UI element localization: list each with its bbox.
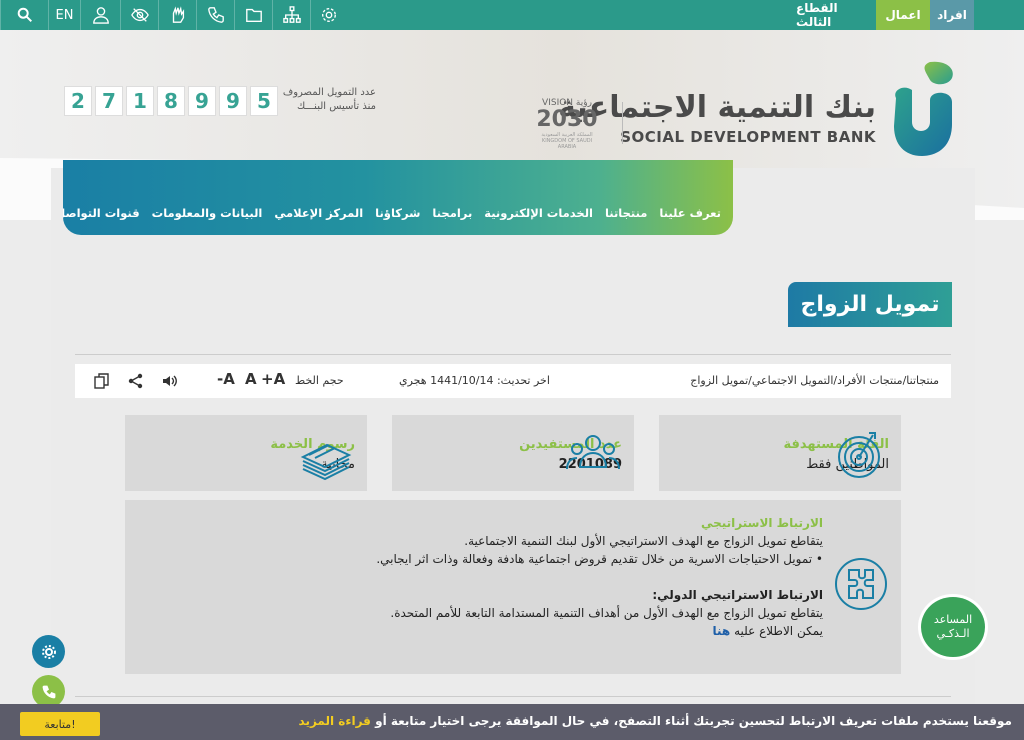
folder-icon[interactable] — [234, 0, 272, 30]
counter-digit: 5 — [250, 86, 278, 116]
share-icon[interactable] — [127, 372, 145, 390]
card-beneficiaries: عدد المستفيدين 2201089 — [392, 415, 634, 491]
counter-digit: 9 — [188, 86, 216, 116]
nav-item-partners[interactable]: شركاؤنا — [369, 206, 426, 220]
settings-fab[interactable] — [32, 635, 65, 668]
strategy-heading: الارتباط الاستراتيجي — [700, 516, 823, 530]
nav-item-data[interactable]: البيانات والمعلومات — [146, 206, 269, 220]
cookie-text: موقعنا يستخدم ملفات تعريف الارتباط لتحسي… — [299, 714, 1012, 728]
main-nav: تعرف علينا منتجاتنا الخدمات الإلكترونية … — [63, 160, 733, 235]
funding-counter-label: عدد التمويل المصروف منذ تأسيس البنـــك — [270, 86, 376, 114]
copy-icon[interactable] — [93, 372, 111, 390]
font-size-label: حجم الخط — [295, 374, 344, 387]
bank-logo-mark — [894, 61, 953, 156]
strategy-line: يتقاطع تمويل الزواج مع الهدف الأول من أه… — [390, 606, 823, 620]
settings-icon[interactable] — [310, 0, 346, 30]
eye-slash-icon[interactable] — [120, 0, 158, 30]
tab-individuals[interactable]: افراد — [930, 0, 974, 30]
assistant-label-2: الـذكـي — [936, 627, 970, 640]
target-icon — [838, 432, 880, 478]
speaker-icon[interactable] — [161, 372, 179, 390]
cookie-message: موقعنا يستخدم ملفات تعريف الارتباط لتحسي… — [375, 714, 1012, 728]
counter-digit: 2 — [64, 86, 92, 116]
funding-counter: 2 7 1 8 9 9 5 — [64, 86, 278, 116]
last-updated: اخر تحديث: 1441/10/14 هجري — [399, 374, 550, 387]
font-decrease-button[interactable]: -A — [217, 370, 235, 388]
bank-name-english: SOCIAL DEVELOPMENT BANK — [620, 128, 876, 146]
sitemap-icon[interactable] — [272, 0, 310, 30]
people-icon — [566, 435, 620, 470]
gear-icon — [41, 644, 56, 659]
counter-digit: 9 — [219, 86, 247, 116]
vision-2030-logo: VISION رؤية 2030 المملكة العربية السعودي… — [532, 98, 602, 150]
nav-item-contact[interactable]: قنوات التواصل — [63, 206, 146, 220]
cookie-banner: موقعنا يستخدم ملفات تعريف الارتباط لتحسي… — [0, 704, 1024, 740]
nav-item-programs[interactable]: برامجنا — [426, 206, 478, 220]
cookie-accept-button[interactable]: متابعة! — [20, 712, 100, 736]
money-stack-icon — [300, 443, 352, 481]
counter-digit: 1 — [126, 86, 154, 116]
tab-business[interactable]: اعمال — [876, 0, 930, 30]
puzzle-icon — [835, 558, 887, 610]
counter-digit: 8 — [157, 86, 185, 116]
user-icon[interactable] — [80, 0, 120, 30]
nav-item-media[interactable]: المركز الإعلامي — [268, 206, 369, 220]
tab-third-sector[interactable]: القطاع الثالث — [796, 0, 876, 30]
font-normal-button[interactable]: A — [245, 370, 257, 388]
strategy-link[interactable]: هنا — [713, 624, 731, 638]
page-title: تمويل الزواج — [788, 282, 952, 327]
assistant-label-1: المساعد — [933, 613, 973, 626]
counter-label-line-1: عدد التمويل المصروف — [282, 87, 376, 98]
smart-assistant-button[interactable]: المساعد الـذكـي — [921, 597, 985, 657]
strategic-alignment-box: الارتباط الاستراتيجي يتقاطع تمويل الزواج… — [125, 500, 901, 674]
strategy-line: • تمويل الاحتياجات الاسرية من خلال تقديم… — [376, 552, 823, 566]
font-increase-button[interactable]: +A — [261, 370, 285, 388]
sign-language-icon[interactable] — [158, 0, 196, 30]
bank-logo[interactable]: بنك التنمية الاجتماعية SOCIAL DEVELOPMEN… — [558, 60, 956, 170]
strategy-line: يتقاطع تمويل الزواج مع الهدف الاستراتيجي… — [464, 534, 823, 548]
language-toggle[interactable]: EN — [48, 0, 80, 30]
read-more-link[interactable]: قراءة المزيد — [299, 714, 371, 728]
counter-label-line-2: منذ تأسيس البنـــك — [296, 101, 376, 112]
vision-year: 2030 — [536, 107, 598, 132]
strategy-link-line: يمكن الاطلاع عليه هنا — [713, 624, 823, 638]
phone-icon — [42, 685, 55, 698]
phone-icon[interactable] — [196, 0, 234, 30]
nav-item-eservices[interactable]: الخدمات الإلكترونية — [478, 206, 599, 220]
counter-digit: 7 — [95, 86, 123, 116]
nav-item-about[interactable]: تعرف علينا — [653, 206, 727, 220]
nav-item-products[interactable]: منتجاتنا — [599, 206, 653, 220]
divider — [75, 696, 951, 697]
page-info-bar: منتجاتنا/منتجات الأفراد/التمويل الاجتماع… — [75, 364, 951, 398]
strategy-link-prefix: يمكن الاطلاع عليه — [734, 624, 823, 638]
intl-strategy-heading: الارتباط الاستراتيجي الدولي: — [652, 588, 823, 602]
card-service-fees: رسوم الخدمة مجانية — [125, 415, 367, 491]
bank-name-arabic: بنك التنمية الاجتماعية — [558, 90, 876, 125]
accessibility-toolbar: EN — [0, 0, 346, 30]
breadcrumb[interactable]: منتجاتنا/منتجات الأفراد/التمويل الاجتماع… — [690, 374, 939, 387]
search-icon[interactable] — [0, 0, 48, 30]
divider — [75, 354, 951, 355]
card-target-group: الفئة المستهدفة المواطنين فقط — [659, 415, 901, 491]
logo-divider — [622, 102, 623, 144]
top-bar: افراد اعمال القطاع الثالث EN — [0, 0, 1024, 30]
vision-bottom-text: المملكة العربية السعودية KINGDOM OF SAUD… — [541, 132, 593, 150]
